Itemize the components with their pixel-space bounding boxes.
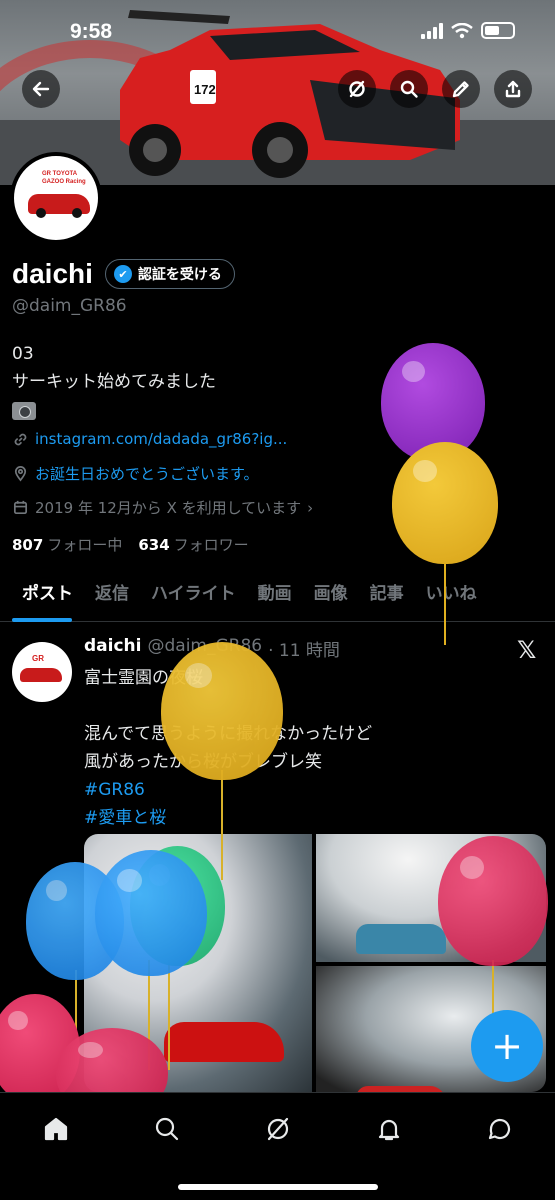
tab-posts[interactable]: ポスト xyxy=(0,568,84,622)
compose-post-button[interactable]: + xyxy=(471,1010,543,1082)
pencil-icon xyxy=(452,81,469,98)
camera-emoji-icon xyxy=(12,402,36,420)
location-pin-icon xyxy=(14,466,27,482)
name-row: daichi ✔ 認証を受ける xyxy=(12,258,235,290)
balloon-red xyxy=(438,836,548,966)
bio-line: 03 xyxy=(12,344,34,364)
avatar-logo: GR TOYOTA GAZOO Racing xyxy=(42,171,86,185)
grok-icon xyxy=(267,1117,289,1141)
verified-check-icon: ✔ xyxy=(113,265,132,283)
wifi-icon xyxy=(451,22,473,38)
followers-link[interactable]: 634 フォロワー xyxy=(138,534,248,555)
birthday-text[interactable]: お誕生日おめでとうございます。 xyxy=(35,463,259,484)
grok-button[interactable] xyxy=(338,70,376,108)
messages-icon xyxy=(488,1118,511,1140)
nav-notifications[interactable] xyxy=(371,1111,407,1147)
post-author-name[interactable]: daichi xyxy=(84,636,141,661)
balloon-yellow xyxy=(161,642,283,780)
post-avatar[interactable]: GR xyxy=(12,642,72,702)
tab-photos[interactable]: 画像 xyxy=(303,568,359,622)
birthday-row: お誕生日おめでとうございます。 xyxy=(12,463,259,484)
calendar-icon xyxy=(13,500,28,515)
nav-search[interactable] xyxy=(149,1111,185,1147)
share-button[interactable] xyxy=(494,70,532,108)
following-link[interactable]: 807 フォロー中 xyxy=(12,534,122,555)
profile-website-link[interactable]: instagram.com/dadada_gr86?ig... xyxy=(35,430,287,448)
back-button[interactable] xyxy=(22,70,60,108)
search-icon xyxy=(400,80,418,98)
tab-replies[interactable]: 返信 xyxy=(84,568,140,622)
x-logo-icon: 𝕏 xyxy=(517,636,537,664)
home-icon xyxy=(44,1117,68,1141)
balloon-yellow xyxy=(392,442,498,564)
search-button[interactable] xyxy=(390,70,428,108)
post-time: · 11 時間 xyxy=(268,641,340,661)
balloon-blue xyxy=(95,850,207,976)
svg-text:172: 172 xyxy=(194,82,216,97)
joined-row[interactable]: 2019 年 12月から X を利用しています › xyxy=(12,497,313,518)
tab-articles[interactable]: 記事 xyxy=(359,568,415,622)
profile-tabs: ポスト 返信 ハイライト 動画 画像 記事 いいね xyxy=(0,568,555,622)
battery-icon xyxy=(481,22,515,39)
nav-home[interactable] xyxy=(38,1111,74,1147)
tab-highlights[interactable]: ハイライト xyxy=(140,568,247,622)
profile-handle: @daim_GR86 xyxy=(12,296,127,316)
tab-likes[interactable]: いいね xyxy=(415,568,488,622)
status-icons xyxy=(421,22,515,39)
hashtag-link[interactable]: #愛車と桜 xyxy=(84,804,372,832)
get-verified-button[interactable]: ✔ 認証を受ける xyxy=(104,259,235,289)
display-name: daichi xyxy=(12,258,93,289)
chevron-right-icon: › xyxy=(307,498,314,517)
tab-videos[interactable]: 動画 xyxy=(247,568,303,622)
follow-counts: 807 フォロー中 634 フォロワー xyxy=(12,534,249,555)
nav-messages[interactable] xyxy=(482,1111,518,1147)
grok-icon xyxy=(349,80,365,98)
cellular-signal-icon xyxy=(421,22,443,39)
edit-button[interactable] xyxy=(442,70,480,108)
search-icon xyxy=(155,1117,179,1141)
status-bar: 9:58 xyxy=(0,0,555,58)
get-verified-label: 認証を受ける xyxy=(137,267,222,283)
share-icon xyxy=(505,80,521,98)
home-indicator[interactable] xyxy=(178,1184,378,1190)
profile-avatar[interactable]: GR TOYOTA GAZOO Racing xyxy=(10,152,102,244)
back-arrow-icon xyxy=(32,81,50,97)
profile-bio: 03 サーキット始めてみました xyxy=(12,340,216,429)
notifications-icon xyxy=(378,1119,400,1141)
nav-grok[interactable] xyxy=(260,1111,296,1147)
bio-line: サーキット始めてみました xyxy=(12,372,216,392)
profile-link-row: instagram.com/dadada_gr86?ig... xyxy=(12,430,287,448)
hashtag-link[interactable]: #GR86 xyxy=(84,776,372,804)
status-time: 9:58 xyxy=(70,20,113,43)
joined-date: 2019 年 12月から X を利用しています xyxy=(35,499,302,517)
link-icon xyxy=(14,433,27,445)
